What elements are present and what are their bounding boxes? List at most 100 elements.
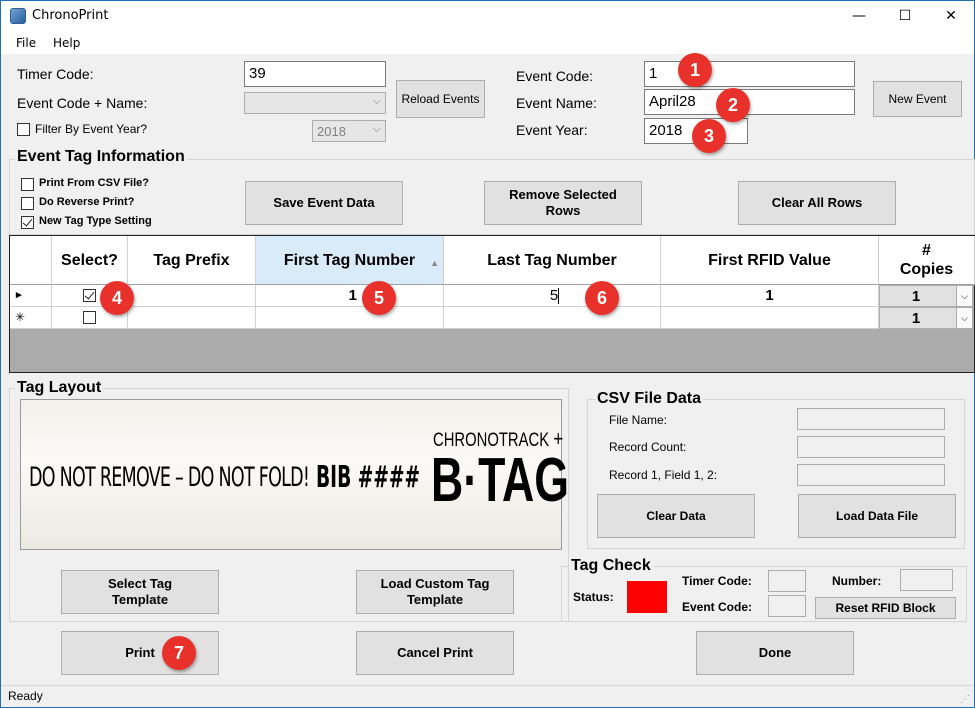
chevron-down-icon[interactable]: ⌵ bbox=[956, 308, 972, 328]
column-header-first-tag-number[interactable]: First Tag Number ▲ bbox=[256, 236, 444, 285]
column-header-select[interactable]: Select? bbox=[52, 236, 128, 285]
first-tag-number-header-label: First Tag Number bbox=[283, 251, 416, 269]
column-header-copies[interactable]: # Copies bbox=[879, 236, 975, 285]
status-text: Ready bbox=[8, 689, 43, 703]
chevron-down-icon[interactable]: ⌵ bbox=[956, 286, 972, 306]
load-custom-tag-template-button[interactable]: Load Custom Tag Template bbox=[356, 570, 514, 614]
chevron-down-icon: ⌵ bbox=[372, 123, 381, 135]
row-select-checkbox[interactable] bbox=[83, 289, 96, 302]
menu-help[interactable]: Help bbox=[53, 36, 80, 50]
check-number-label: Number: bbox=[832, 574, 882, 588]
row-copies-select[interactable]: 1 ⌵ bbox=[879, 285, 973, 307]
check-timer-code-field bbox=[768, 570, 806, 592]
resize-grip-icon[interactable]: ⋰ bbox=[960, 694, 970, 705]
annotation-badge-5: 5 bbox=[362, 281, 396, 315]
csv-file-name-label: File Name: bbox=[609, 413, 668, 427]
menu-bar: File Help bbox=[1, 32, 974, 54]
reverse-print-checkbox[interactable] bbox=[21, 197, 34, 210]
sort-ascending-icon: ▲ bbox=[430, 258, 439, 268]
check-number-field bbox=[900, 569, 953, 591]
annotation-badge-2: 2 bbox=[716, 88, 750, 122]
maximize-button[interactable]: ☐ bbox=[882, 1, 928, 32]
print-from-csv-label: Print From CSV File? bbox=[39, 177, 150, 189]
cancel-print-button[interactable]: Cancel Print bbox=[356, 631, 514, 675]
print-from-csv-checkbox[interactable] bbox=[21, 178, 34, 191]
reset-rfid-block-button[interactable]: Reset RFID Block bbox=[815, 597, 956, 619]
status-indicator bbox=[627, 581, 667, 613]
tag-check-title: Tag Check bbox=[569, 557, 653, 575]
tag-preview-image: DO NOT REMOVE – DO NOT FOLD! BIB #### CH… bbox=[20, 399, 569, 550]
filter-year-label: Filter By Event Year? bbox=[35, 122, 148, 136]
annotation-badge-1: 1 bbox=[678, 53, 712, 87]
row-tag-prefix-cell[interactable] bbox=[128, 285, 256, 307]
filter-year-value: 2018 bbox=[317, 124, 346, 139]
event-code-input[interactable]: 1 bbox=[644, 61, 855, 87]
new-row-indicator: ✳ bbox=[10, 307, 52, 329]
csv-record1-field bbox=[797, 464, 945, 486]
column-header-last-tag-number[interactable]: Last Tag Number bbox=[444, 236, 661, 285]
column-header-first-rfid[interactable]: First RFID Value bbox=[661, 236, 879, 285]
clear-data-button[interactable]: Clear Data bbox=[597, 494, 755, 538]
row-last-tag-value: 5 bbox=[549, 287, 559, 304]
event-code-name-select[interactable]: ⌵ bbox=[244, 92, 386, 114]
column-header-tag-prefix[interactable]: Tag Prefix bbox=[128, 236, 256, 285]
status-bar: Ready ⋰ bbox=[1, 685, 974, 707]
close-button[interactable]: ✕ bbox=[928, 1, 974, 32]
new-row-select-checkbox[interactable] bbox=[83, 311, 96, 324]
tag-warning-text: DO NOT REMOVE – DO NOT FOLD! bbox=[29, 462, 310, 493]
event-name-label: Event Name: bbox=[516, 95, 597, 111]
status-label: Status: bbox=[573, 590, 614, 604]
btag-logo-text: B·TAG bbox=[431, 446, 570, 515]
window-title: ChronoPrint bbox=[32, 8, 109, 23]
row-copies-value: 1 bbox=[911, 288, 921, 305]
annotation-badge-6: 6 bbox=[585, 281, 619, 315]
check-event-code-field bbox=[768, 595, 806, 617]
save-event-data-button[interactable]: Save Event Data bbox=[245, 181, 403, 225]
reload-events-button[interactable]: Reload Events bbox=[396, 80, 485, 118]
csv-record-count-label: Record Count: bbox=[609, 440, 687, 454]
tag-grid[interactable]: Select? Tag Prefix First Tag Number ▲ La… bbox=[9, 235, 975, 373]
csv-file-name-field bbox=[797, 408, 945, 430]
filter-year-select[interactable]: 2018 ⌵ bbox=[312, 120, 386, 142]
event-year-label: Event Year: bbox=[516, 122, 588, 138]
new-row-last-tag-cell[interactable] bbox=[444, 307, 661, 329]
csv-title: CSV File Data bbox=[595, 390, 704, 408]
app-icon bbox=[10, 8, 26, 24]
minimize-button[interactable]: — bbox=[836, 1, 882, 32]
new-row-tag-prefix-cell[interactable] bbox=[128, 307, 256, 329]
annotation-badge-4: 4 bbox=[100, 281, 134, 315]
new-tag-type-label: New Tag Type Setting bbox=[39, 215, 152, 227]
event-code-label: Event Code: bbox=[516, 68, 594, 84]
new-row-rfid-cell[interactable] bbox=[661, 307, 879, 329]
check-event-code-label: Event Code: bbox=[682, 600, 753, 614]
timer-code-label: Timer Code: bbox=[17, 66, 94, 82]
row-first-tag-cell[interactable]: 1 bbox=[256, 285, 444, 307]
timer-code-input[interactable]: 39 bbox=[244, 61, 386, 87]
select-tag-template-button[interactable]: Select Tag Template bbox=[61, 570, 219, 614]
new-row-first-tag-cell[interactable] bbox=[256, 307, 444, 329]
chevron-down-icon: ⌵ bbox=[372, 95, 381, 107]
event-tag-title: Event Tag Information bbox=[15, 148, 187, 166]
annotation-badge-3: 3 bbox=[692, 119, 726, 153]
new-row-copies-value: 1 bbox=[911, 310, 921, 327]
tag-layout-title: Tag Layout bbox=[15, 379, 104, 397]
new-event-button[interactable]: New Event bbox=[873, 81, 962, 117]
clear-all-rows-button[interactable]: Clear All Rows bbox=[738, 181, 896, 225]
row-header-corner bbox=[10, 236, 52, 285]
remove-selected-rows-button[interactable]: Remove Selected Rows bbox=[484, 181, 642, 225]
new-tag-type-checkbox[interactable] bbox=[21, 216, 34, 229]
new-row-copies-select[interactable]: 1 ⌵ bbox=[879, 307, 973, 329]
check-timer-code-label: Timer Code: bbox=[682, 574, 752, 588]
tag-bib-text: BIB #### bbox=[316, 460, 421, 495]
menu-file[interactable]: File bbox=[16, 36, 36, 50]
load-data-file-button[interactable]: Load Data File bbox=[798, 494, 956, 538]
event-code-name-label: Event Code + Name: bbox=[17, 95, 148, 111]
main-window: ChronoPrint — ☐ ✕ File Help Timer Code: … bbox=[0, 0, 975, 708]
annotation-badge-7: 7 bbox=[162, 636, 196, 670]
text-cursor bbox=[558, 288, 560, 305]
filter-year-checkbox[interactable] bbox=[17, 123, 30, 136]
csv-record1-label: Record 1, Field 1, 2: bbox=[609, 468, 718, 482]
done-button[interactable]: Done bbox=[696, 631, 854, 675]
row-last-tag-cell[interactable]: 5 bbox=[444, 285, 661, 307]
row-rfid-cell[interactable]: 1 bbox=[661, 285, 879, 307]
